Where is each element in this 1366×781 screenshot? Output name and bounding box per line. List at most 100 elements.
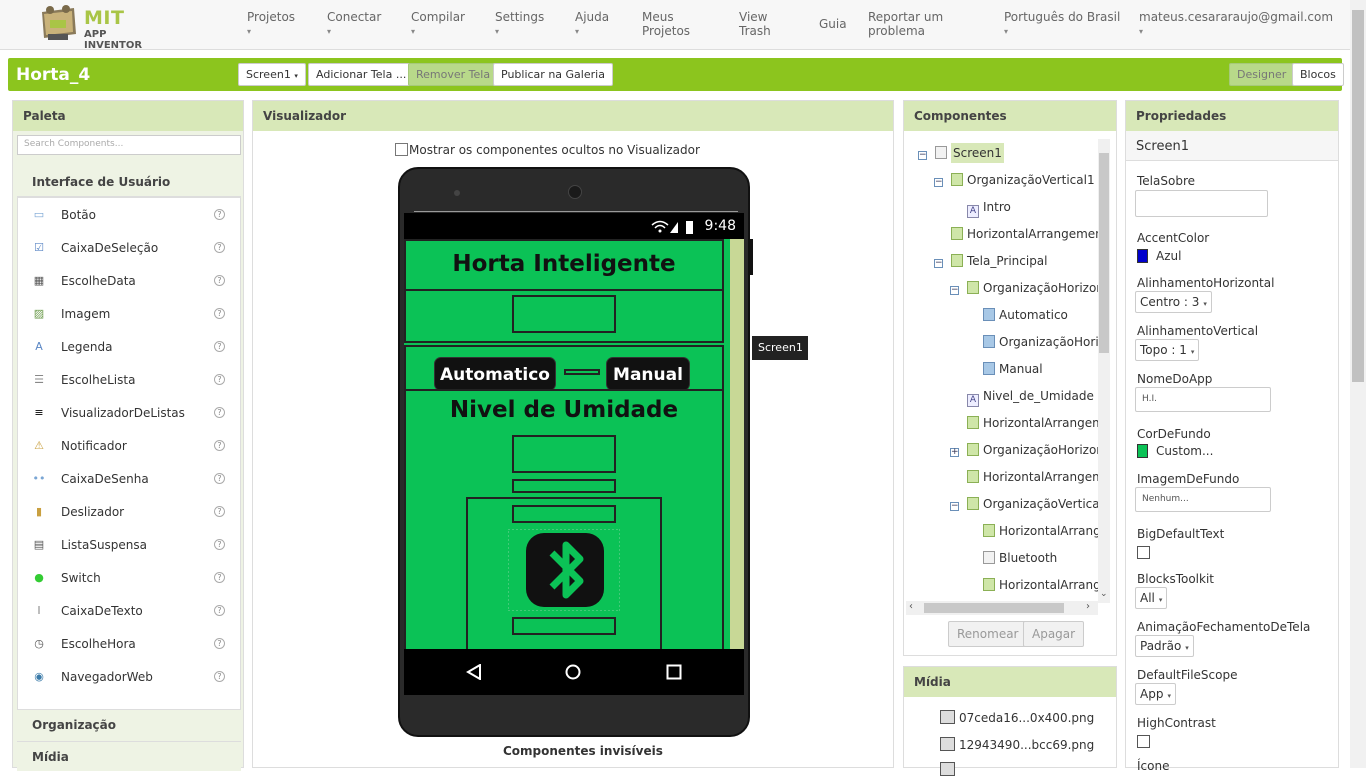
menu-item-9[interactable]: Português do Brasil ▾	[1004, 10, 1120, 39]
palette-item[interactable]: •• CaixaDeSenha?	[18, 462, 240, 495]
chevron-right-icon[interactable]: ›	[1086, 601, 1090, 612]
page-scroll-thumb[interactable]	[1352, 10, 1364, 382]
prop-file-scope-select[interactable]: App ▾	[1135, 683, 1176, 705]
main-arrangement[interactable]: Nivel de Umidade	[404, 389, 724, 657]
bluetooth-icon[interactable]	[508, 529, 620, 611]
tree-node[interactable]: HorizontalArrang	[983, 520, 1098, 542]
publish-gallery-button[interactable]: Publicar na Galeria	[493, 63, 613, 86]
palette-item[interactable]: ▮ Deslizador?	[18, 495, 240, 528]
tree-horizontal-scrollbar[interactable]: ‹ ›	[906, 601, 1098, 615]
menu-item-3[interactable]: Settings ▾	[495, 10, 544, 39]
tree-node[interactable]: − Screen1	[918, 142, 1004, 164]
help-icon[interactable]: ?	[214, 407, 225, 418]
prop-blocks-toolkit-select[interactable]: All ▾	[1135, 587, 1168, 609]
help-icon[interactable]: ?	[214, 506, 225, 517]
menu-item-7[interactable]: Guia	[819, 17, 847, 31]
designer-button[interactable]: Designer	[1229, 63, 1295, 86]
palette-item[interactable]: ● Switch?	[18, 561, 240, 594]
media-file-item[interactable]: 12943490...bcc69.png	[940, 734, 1094, 756]
prop-bg-color[interactable]: Custom...	[1137, 444, 1213, 458]
prop-bg-image-input[interactable]: Nenhum...	[1135, 487, 1271, 512]
blocks-button[interactable]: Blocos	[1292, 63, 1344, 86]
prop-align-h-select[interactable]: Centro : 3 ▾	[1135, 291, 1212, 313]
help-icon[interactable]: ?	[214, 440, 225, 451]
page-scrollbar[interactable]	[1350, 0, 1366, 768]
collapse-icon[interactable]: −	[950, 502, 959, 511]
menu-item-6[interactable]: View Trash	[739, 10, 789, 38]
category-media[interactable]: Mídia	[17, 741, 241, 771]
tree-node[interactable]: HorizontalArrangemen	[951, 223, 1098, 245]
menu-item-0[interactable]: Projetos ▾	[247, 10, 295, 39]
tree-node[interactable]: − Tela_Principal	[934, 250, 1048, 272]
palette-item[interactable]: ⚠ Notificador?	[18, 429, 240, 462]
tree-node[interactable]: A Intro	[967, 196, 1011, 218]
collapse-icon[interactable]: −	[950, 286, 959, 295]
bt-bottom-box[interactable]	[512, 617, 616, 635]
humidity-value-box[interactable]	[512, 435, 616, 473]
add-screen-button[interactable]: Adicionar Tela ...	[308, 63, 415, 86]
help-icon[interactable]: ?	[214, 374, 225, 385]
tree-node[interactable]: Manual	[983, 358, 1043, 380]
bt-status-box[interactable]	[512, 505, 616, 523]
palette-item[interactable]: ◉ NavegadorWeb?	[18, 660, 240, 693]
tree-node[interactable]: Bluetooth	[983, 547, 1057, 569]
tree-node[interactable]: HorizontalArrangem	[967, 466, 1098, 488]
tree-node[interactable]: − OrganizaçãoVertica	[950, 493, 1098, 515]
help-icon[interactable]: ?	[214, 308, 225, 319]
show-hidden-checkbox[interactable]	[395, 143, 408, 156]
remove-screen-button[interactable]: Remover Tela	[408, 63, 499, 86]
palette-item[interactable]: ☰ EscolheLista?	[18, 363, 240, 396]
rename-button[interactable]: Renomear	[948, 621, 1028, 647]
tree-node[interactable]: OrganizaçãoHori	[983, 331, 1098, 353]
help-icon[interactable]: ?	[214, 671, 225, 682]
prop-big-text-checkbox[interactable]	[1137, 546, 1150, 559]
empty-arrangement-box[interactable]	[512, 295, 616, 333]
menu-item-5[interactable]: Meus Projetos	[642, 10, 692, 38]
show-hidden-toggle[interactable]: Mostrar os componentes ocultos no Visual…	[395, 143, 700, 157]
palette-item[interactable]: ▤ ListaSuspensa?	[18, 528, 240, 561]
category-organization[interactable]: Organização	[17, 709, 241, 739]
screen-select-dropdown[interactable]: Screen1 ▾	[238, 63, 306, 86]
intro-arrangement[interactable]: Horta Inteligente	[404, 239, 724, 291]
menu-item-4[interactable]: Ajuda ▾	[575, 10, 609, 39]
tree-node[interactable]: + OrganizaçãoHorizor	[950, 439, 1098, 461]
prop-accent-color[interactable]: Azul	[1137, 249, 1181, 263]
chevron-left-icon[interactable]: ‹	[909, 601, 913, 612]
help-icon[interactable]: ?	[214, 605, 225, 616]
palette-item[interactable]: A Legenda?	[18, 330, 240, 363]
delete-button[interactable]: Apagar	[1023, 621, 1085, 647]
expand-icon[interactable]: +	[950, 448, 959, 457]
tree-node[interactable]: − OrganizaçãoVertical1	[934, 169, 1095, 191]
help-icon[interactable]: ?	[214, 539, 225, 550]
manual-button[interactable]: Manual	[606, 357, 690, 391]
tree-node[interactable]: HorizontalArrang	[983, 574, 1098, 596]
prop-anim-close-select[interactable]: Padrão ▾	[1135, 635, 1194, 657]
menu-item-8[interactable]: Reportar um problema	[868, 10, 948, 38]
collapse-icon[interactable]: −	[918, 151, 927, 160]
prop-align-v-select[interactable]: Topo : 1 ▾	[1135, 339, 1200, 361]
app-inventor-logo[interactable]: MIT APP INVENTOR	[36, 4, 166, 51]
help-icon[interactable]: ?	[214, 209, 225, 220]
media-file-item[interactable]: 07ceda16...0x400.png	[940, 707, 1094, 729]
automatico-button[interactable]: Automatico	[434, 357, 556, 391]
component-search-input[interactable]: Search Components...	[17, 135, 241, 155]
help-icon[interactable]: ?	[214, 638, 225, 649]
prop-app-name-input[interactable]: H.I.	[1135, 387, 1271, 412]
palette-item[interactable]: ≡ VisualizadorDeListas?	[18, 396, 240, 429]
tree-hscroll-thumb[interactable]	[924, 603, 1064, 613]
horizontal-arrangement-top[interactable]	[404, 289, 724, 343]
prop-high-contrast-checkbox[interactable]	[1137, 735, 1150, 748]
palette-item[interactable]: ☑ CaixaDeSeleção?	[18, 231, 240, 264]
palette-item[interactable]: ▨ Imagem?	[18, 297, 240, 330]
prop-tela-sobre-textarea[interactable]	[1135, 190, 1268, 217]
help-icon[interactable]: ?	[214, 275, 225, 286]
tree-node[interactable]: A Nivel_de_Umidade	[967, 385, 1094, 407]
menu-item-1[interactable]: Conectar ▾	[327, 10, 381, 39]
collapse-icon[interactable]: −	[934, 259, 943, 268]
tree-node[interactable]: HorizontalArrangem	[967, 412, 1098, 434]
help-icon[interactable]: ?	[214, 572, 225, 583]
tree-node[interactable]: Automatico	[983, 304, 1068, 326]
humidity-bar-box[interactable]	[512, 479, 616, 493]
palette-item[interactable]: ▭ Botão?	[18, 198, 240, 231]
help-icon[interactable]: ?	[214, 341, 225, 352]
